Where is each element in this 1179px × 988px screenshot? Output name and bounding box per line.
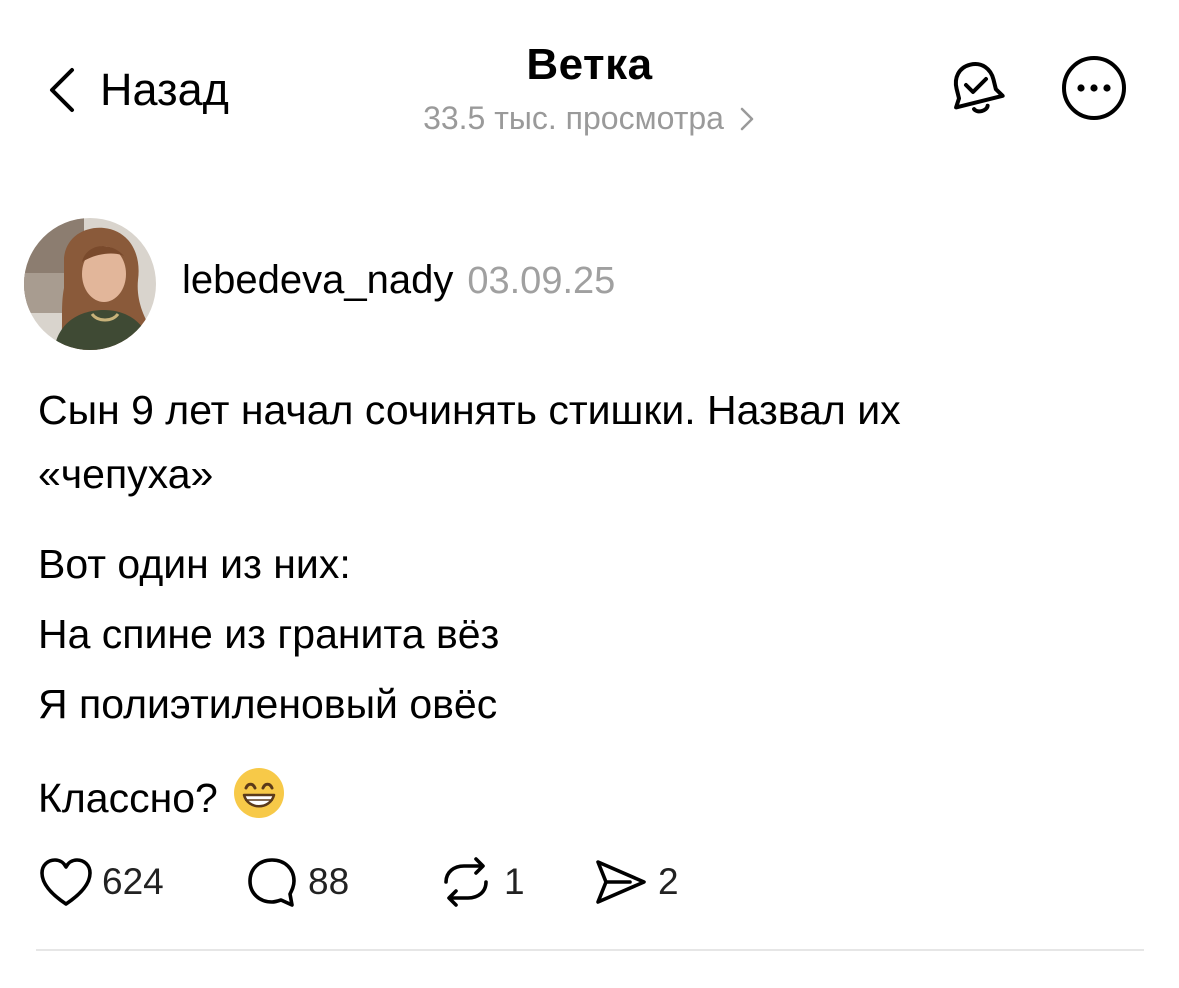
- post-line: На спине из гранита вёз: [38, 611, 500, 657]
- bell-check-icon: [953, 62, 1005, 114]
- more-button[interactable]: [1058, 52, 1130, 124]
- heart-icon: [40, 858, 92, 906]
- share-button[interactable]: 2: [592, 852, 679, 912]
- more-icon: [1062, 56, 1126, 120]
- post-line: Сын 9 лет начал сочинять стишки. Назвал …: [38, 387, 901, 433]
- username-link[interactable]: lebedeva_nady: [182, 258, 453, 303]
- comment-count: 88: [308, 861, 350, 902]
- avatar[interactable]: [24, 218, 156, 350]
- comment-button[interactable]: 88: [244, 852, 349, 912]
- grinning-face-emoji: [232, 766, 286, 831]
- post-line-text: Классно?: [38, 775, 218, 821]
- author-row: lebedeva_nady 03.09.25: [182, 258, 615, 303]
- like-count: 624: [102, 861, 164, 902]
- divider: [36, 949, 1144, 951]
- share-count: 2: [658, 861, 679, 902]
- like-button[interactable]: 624: [38, 852, 164, 912]
- avatar-photo: [24, 218, 156, 350]
- repost-button[interactable]: 1: [436, 852, 525, 912]
- chevron-right-icon: [740, 107, 754, 130]
- views-link[interactable]: 33.5 тыс. просмотра: [423, 100, 756, 137]
- comment-icon: [248, 858, 296, 907]
- top-bar: Назад Ветка 33.5 тыс. просмотра: [0, 0, 1179, 170]
- post-line-last: Классно?: [38, 766, 286, 831]
- post-date: 03.09.25: [467, 260, 616, 302]
- notify-button[interactable]: [940, 52, 1012, 124]
- post-line: «чепуха»: [38, 451, 214, 497]
- post-line: Я полиэтиленовый овёс: [38, 681, 498, 727]
- views-count: 33.5 тыс. просмотра: [423, 100, 724, 136]
- send-icon: [596, 860, 646, 904]
- repost-count: 1: [504, 861, 525, 902]
- post-line: Вот один из них:: [38, 541, 351, 587]
- repost-icon: [444, 857, 488, 907]
